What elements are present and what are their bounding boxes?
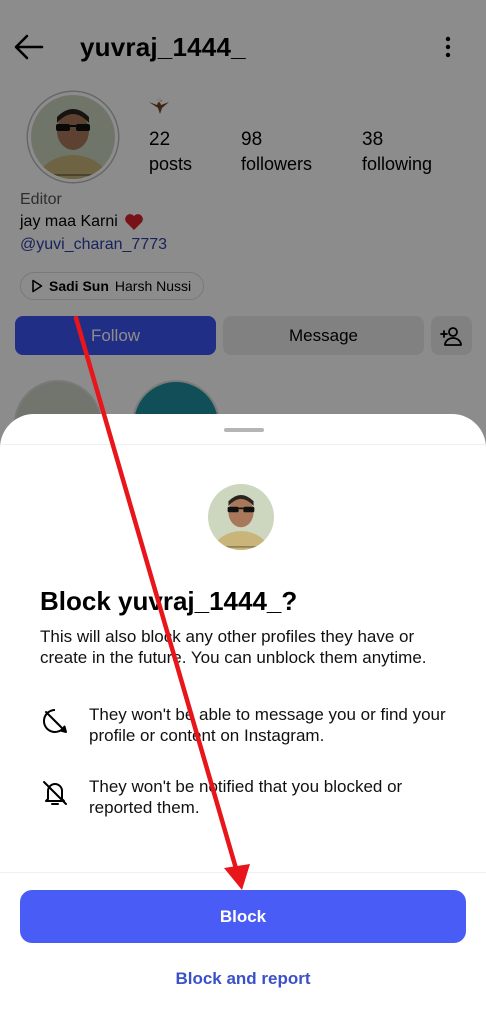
block-dialog-title: Block yuvraj_1444_? — [40, 586, 298, 616]
bell-off-icon — [43, 781, 67, 805]
block-info-item: They won't be notified that you blocked … — [40, 776, 460, 818]
sheet-bottom-divider — [0, 872, 486, 873]
block-dialog-description: This will also block any other profiles … — [40, 627, 427, 667]
block-info-item: They won't be able to message you or fin… — [40, 704, 460, 746]
avatar-photo — [208, 484, 274, 550]
block-info-text: They won't be notified that you blocked … — [89, 777, 403, 817]
no-message-icon — [43, 708, 67, 733]
block-and-report-button[interactable]: Block and report — [0, 969, 486, 989]
sheet-divider — [0, 444, 486, 445]
block-info-text: They won't be able to message you or fin… — [89, 705, 446, 745]
sheet-drag-handle[interactable] — [224, 428, 264, 432]
block-bottom-sheet: Block yuvraj_1444_? This will also block… — [0, 414, 486, 1024]
blocked-user-avatar — [208, 484, 274, 550]
block-button[interactable]: Block — [20, 890, 466, 943]
